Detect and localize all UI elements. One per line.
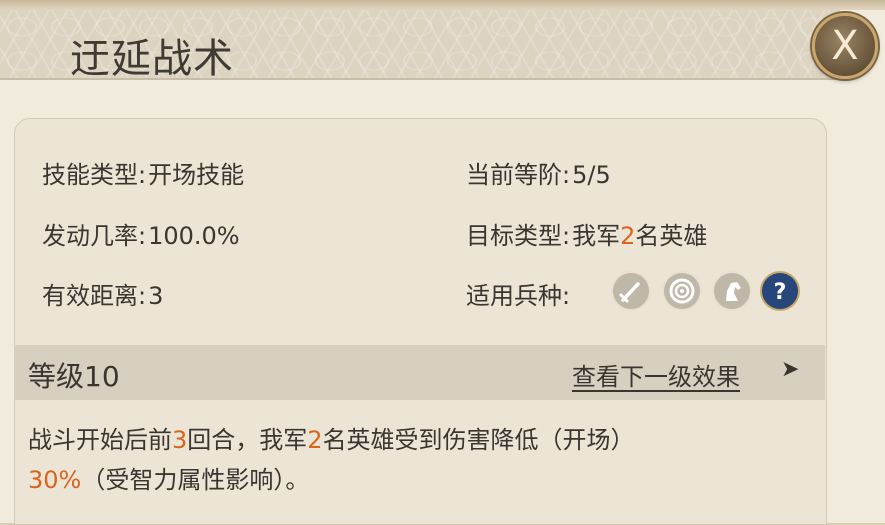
close-icon: X (831, 23, 859, 69)
desc-part4: （受智力属性影响）。 (81, 466, 310, 494)
dialog-header: 迂延战术 (0, 10, 840, 82)
skill-dialog: 迂延战术 X 技能类型:开场技能 发动几率:100.0% 有效距离:3 当前等阶… (0, 0, 885, 525)
bow-target-icon (662, 271, 702, 311)
skill-title: 迂延战术 (70, 36, 234, 82)
level-label: 等级10 (28, 360, 120, 393)
level-bar: 等级10 查看下一级效果 ➤ (14, 345, 825, 400)
question-mark-icon[interactable]: ? (760, 271, 800, 311)
desc-percent: 30% (28, 466, 82, 494)
trigger-rate-value: 100.0% (148, 222, 240, 250)
trigger-rate-label: 发动几率: (42, 222, 147, 250)
trigger-rate-row: 发动几率:100.0% (42, 216, 240, 251)
range-label: 有效距离: (42, 282, 147, 310)
target-type-label: 目标类型: (466, 222, 571, 250)
target-type-row: 目标类型:我军2名英雄 (466, 216, 707, 251)
current-level-row: 当前等阶:5/5 (466, 155, 611, 190)
skill-description: 战斗开始后前3回合，我军2名英雄受到伤害降低（开场） 30%（受智力属性影响）。 (28, 420, 808, 500)
desc-part3: 名英雄受到伤害降低（开场） (322, 426, 635, 454)
dialog-top-border (0, 0, 885, 10)
desc-heroes: 2 (307, 426, 323, 454)
current-level-label: 当前等阶: (466, 161, 571, 189)
svg-text:?: ? (774, 280, 787, 305)
close-button[interactable]: X (812, 13, 878, 79)
range-value: 3 (148, 282, 164, 310)
desc-rounds: 3 (172, 426, 188, 454)
skill-type-label: 技能类型: (42, 161, 147, 189)
skill-type-row: 技能类型:开场技能 (42, 155, 244, 190)
horse-icon (712, 271, 752, 311)
arrow-right-icon[interactable]: ➤ (781, 357, 799, 382)
current-level-value: 5/5 (572, 161, 611, 189)
sword-icon (611, 271, 651, 311)
range-row: 有效距离:3 (42, 276, 163, 311)
troop-types-row: 适用兵种: (466, 276, 570, 311)
target-type-prefix: 我军 (572, 222, 621, 250)
desc-part1: 战斗开始后前 (28, 426, 172, 454)
skill-type-value: 开场技能 (148, 161, 245, 189)
troop-types-label: 适用兵种: (466, 282, 571, 310)
next-level-effect-link[interactable]: 查看下一级效果 (572, 357, 740, 392)
target-count: 2 (620, 222, 636, 250)
desc-part2: 回合，我军 (187, 426, 308, 454)
target-type-suffix: 名英雄 (635, 222, 708, 250)
